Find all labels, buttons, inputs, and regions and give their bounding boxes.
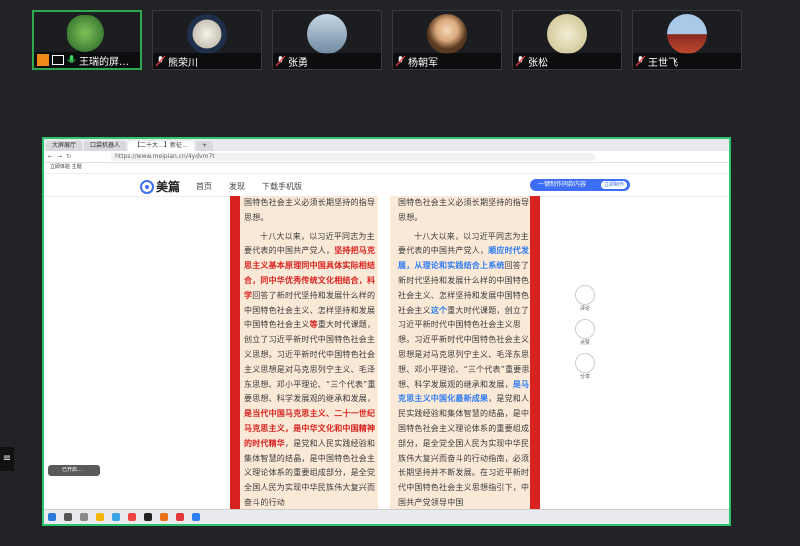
back-icon[interactable]: ← — [48, 153, 53, 160]
red-border — [530, 196, 540, 514]
share-button[interactable]: 分享 — [574, 353, 596, 380]
article-column-left: 国特色社会主义必须长期坚持的指导思想。 十八大以来，以习近平同志为主要代表的中国… — [244, 196, 376, 511]
app-icon[interactable] — [176, 513, 184, 521]
avatar — [547, 14, 587, 54]
participant-label: 杨朝军 — [393, 53, 501, 69]
start-icon[interactable] — [48, 513, 56, 521]
make-now-button[interactable]: 立即制作 — [600, 181, 627, 189]
bookmark-item[interactable]: 立即体验 主题 — [50, 164, 82, 170]
red-border — [230, 196, 240, 514]
avatar — [307, 14, 347, 54]
logo-icon — [140, 179, 154, 194]
column-divider — [378, 196, 390, 514]
paragraph: 国特色社会主义必须长期坚持的指导思想。 — [244, 198, 376, 222]
avatar — [67, 15, 107, 55]
participant-label: 张松 — [513, 53, 621, 69]
participant-name: 张勇 — [288, 57, 308, 69]
site-header: 美篇 首页 发现 下载手机版 一键制作同款内容 立即制作 — [44, 174, 729, 197]
paragraph: 十八大以来，以习近平同志为主要代表的中国共产党人，坚持把马克思主义基本原理同中国… — [244, 231, 376, 507]
refresh-icon[interactable]: ↻ — [66, 153, 71, 160]
avatar — [187, 14, 227, 54]
browser-tabbar: 大屏展厅 口袋机器人 【二十大…】新征… + — [44, 139, 729, 151]
mic-muted-icon — [636, 55, 645, 66]
share-icon — [575, 353, 595, 373]
comment-icon — [575, 285, 595, 305]
browser-tab[interactable]: 口袋机器人 — [84, 141, 127, 151]
cta-label: 一键制作同款内容 — [538, 181, 587, 188]
participant-tile[interactable]: 王世飞 — [632, 10, 742, 70]
app-icon[interactable] — [160, 513, 168, 521]
browser-toolbar: ← → ↻ https://www.meipian.cn/4ydvm7t — [44, 151, 729, 163]
participant-tile[interactable]: 熊荣川 — [152, 10, 262, 70]
browser-tab[interactable]: 大屏展厅 — [46, 141, 83, 151]
participant-tile[interactable]: 张勇 — [272, 10, 382, 70]
app-icon[interactable] — [112, 513, 120, 521]
nav-discover[interactable]: 发现 — [229, 181, 245, 192]
participant-tile[interactable]: 杨朝军 — [392, 10, 502, 70]
participant-label: 王瑞的屏… — [34, 52, 140, 68]
participant-name: 王瑞的屏… — [79, 56, 129, 68]
avatar — [427, 14, 467, 54]
taskview-icon[interactable] — [80, 513, 88, 521]
participant-label: 王世飞 — [633, 53, 741, 69]
participant-name: 杨朝军 — [408, 57, 438, 69]
avatar — [667, 14, 707, 54]
like-button[interactable]: 点赞 — [574, 319, 596, 346]
make-same-button[interactable]: 一键制作同款内容 立即制作 — [530, 179, 630, 191]
folder-icon[interactable] — [96, 513, 104, 521]
browser-tab[interactable]: 【二十大…】新征… — [128, 141, 195, 151]
new-tab-button[interactable]: + — [196, 141, 214, 151]
participant-label: 熊荣川 — [153, 53, 261, 69]
taskbar — [44, 509, 729, 524]
participant-name: 张松 — [528, 57, 548, 69]
article-image: 国特色社会主义必须长期坚持的指导思想。 十八大以来，以习近平同志为主要代表的中国… — [230, 196, 540, 514]
mic-muted-icon — [276, 55, 285, 66]
mic-muted-icon — [516, 55, 525, 66]
user-icon — [37, 54, 49, 66]
floating-chip[interactable]: 已开启… — [48, 465, 100, 476]
participant-label: 张勇 — [273, 53, 381, 69]
participant-name: 王世飞 — [648, 57, 678, 69]
mic-icon — [67, 54, 76, 63]
address-bar[interactable]: https://www.meipian.cn/4ydvm7t — [111, 152, 596, 161]
app-icon[interactable] — [192, 513, 200, 521]
app-icon[interactable] — [144, 513, 152, 521]
comment-button[interactable]: 评论 — [574, 285, 596, 312]
paragraph: 国特色社会主义必须长期坚持的指导思想。 — [398, 198, 530, 222]
forward-icon[interactable]: → — [57, 153, 62, 160]
participant-tile[interactable]: 张松 — [512, 10, 622, 70]
search-icon[interactable] — [64, 513, 72, 521]
menu-icon[interactable]: ≡ — [0, 447, 14, 471]
logo-text: 美篇 — [156, 180, 181, 194]
site-logo[interactable]: 美篇 — [140, 178, 180, 195]
nav-home[interactable]: 首页 — [196, 181, 212, 192]
article-column-right: 国特色社会主义必须长期坚持的指导思想。 十八大以来，以习近平同志为主要代表的中国… — [398, 196, 530, 511]
mic-muted-icon — [156, 55, 165, 66]
mic-muted-icon — [396, 55, 405, 66]
shared-screen: ▪▪▪ 大屏展厅 口袋机器人 【二十大…】新征… + ← → ↻ https:/… — [42, 137, 731, 526]
nav-download[interactable]: 下载手机版 — [262, 181, 302, 192]
browser-icon[interactable] — [128, 513, 136, 521]
bookmarks-bar: 立即体验 主题 — [44, 163, 729, 174]
participant-tile[interactable]: 王瑞的屏… — [32, 10, 142, 70]
thumbs-up-icon — [575, 319, 595, 339]
screen-share-icon — [52, 55, 64, 65]
participant-name: 熊荣川 — [168, 57, 198, 69]
paragraph: 十八大以来，以习近平同志为主要代表的中国共产党人，顺应时代发展，从理论和实践结合… — [398, 231, 530, 507]
